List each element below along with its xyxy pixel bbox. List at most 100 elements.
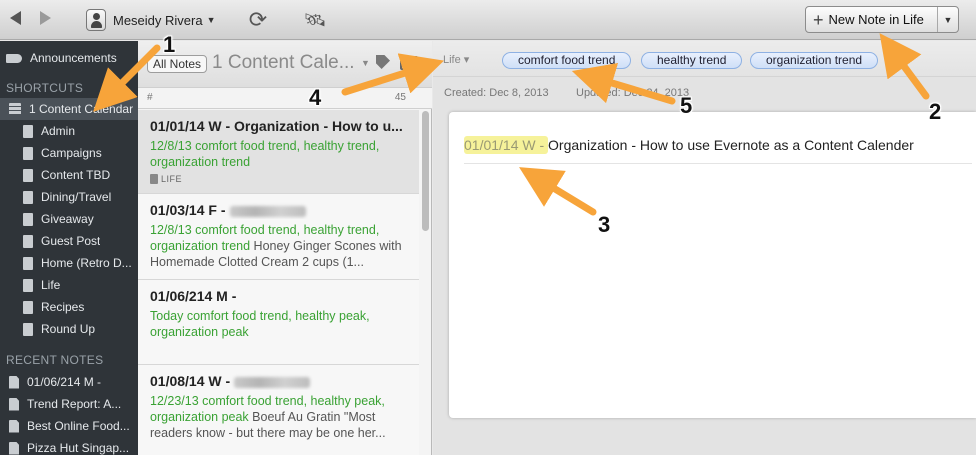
account-switcher[interactable]: Meseidy Rivera ▼ — [86, 8, 216, 32]
sidebar-item-notebook[interactable]: Giveaway — [0, 208, 138, 230]
tag-pill[interactable]: comfort food trend — [502, 52, 632, 69]
annotation-marker-5: 5 — [680, 93, 693, 118]
notebook-icon — [23, 212, 33, 226]
sidebar-item-label: Guest Post — [41, 234, 101, 248]
note-list-item-snippet: 12/8/13 comfort food trend, healthy tren… — [150, 138, 408, 170]
sidebar-item-notebook[interactable]: Guest Post — [0, 230, 138, 252]
note-list-item-title: 01/03/14 F - — [150, 202, 408, 219]
sidebar-item-recent-note[interactable]: Trend Report: A... — [0, 393, 138, 415]
tag-pill[interactable]: healthy trend — [641, 52, 743, 69]
notebook-icon — [23, 322, 33, 336]
scrollbar-thumb[interactable] — [422, 111, 429, 231]
sidebar-item-label: Campaigns — [41, 146, 102, 160]
note-meta: Created: Dec 8, 2013 Updated: Dec 24, 20… — [433, 77, 976, 107]
plus-icon: + — [813, 9, 824, 30]
sidebar-item-content-calendar[interactable]: 1 Content Calendar — [0, 98, 138, 120]
sidebar-item-label: Recipes — [41, 300, 85, 314]
sort-bar[interactable]: # 45 — [138, 87, 432, 109]
new-note-main[interactable]: + New Note in Life — [806, 7, 938, 32]
sort-hash: # — [147, 92, 153, 103]
redacted-text — [229, 205, 306, 217]
chevron-down-icon[interactable]: ▼ — [361, 58, 370, 68]
back-arrow-icon[interactable] — [10, 11, 21, 25]
note-list-item[interactable]: 01/03/14 F - 12/8/13 comfort food trend, … — [138, 194, 419, 280]
chevron-down-icon: ▼ — [206, 15, 216, 25]
note-icon — [9, 375, 19, 389]
note-icon — [9, 441, 19, 455]
note-list-item-snippet: Today comfort food trend, healthy peak, … — [150, 308, 408, 340]
sidebar-item-recent-note[interactable]: 01/06/214 M - — [0, 371, 138, 393]
notebook-icon — [150, 174, 158, 184]
new-note-label: New Note in Life — [828, 12, 924, 27]
notebook-icon — [23, 190, 33, 204]
note-list-item-title: 01/01/14 W - Organization - How to u... — [150, 118, 408, 135]
notebook-icon — [23, 146, 33, 160]
view-options-icon[interactable] — [400, 56, 418, 70]
sidebar-item-recent-note[interactable]: Best Online Food... — [0, 415, 138, 437]
tag-pill[interactable]: organization trend — [750, 52, 879, 69]
sidebar-item-notebook[interactable]: Campaigns — [0, 142, 138, 164]
note-notebook-label: LIFE — [150, 174, 408, 184]
sync-icon[interactable]: ⟳ — [246, 8, 270, 32]
notebook-selector[interactable]: Life ▾ — [443, 53, 469, 66]
note-title-text: Organization - How to use Evernote as a … — [548, 137, 914, 153]
note-list-item-title: 01/08/14 W - — [150, 373, 408, 390]
recent-notes-heading: RECENT NOTES — [6, 353, 104, 367]
all-notes-button[interactable]: All Notes — [147, 55, 208, 73]
notebook-icon — [23, 278, 33, 292]
note-date-tags: Today comfort food trend, healthy peak, … — [150, 309, 370, 339]
sidebar-item-notebook[interactable]: Recipes — [0, 296, 138, 318]
notebook-title[interactable]: 1 Content Cale... — [212, 52, 355, 74]
note-list-header: All Notes 1 Content Cale... ▼ — [138, 41, 432, 87]
note-title-field[interactable]: 01/01/14 W - Organization - How to use E… — [464, 136, 972, 164]
sidebar-item-notebook[interactable]: Content TBD — [0, 164, 138, 186]
note-list-item[interactable]: 01/08/14 W - 12/23/13 comfort food trend,… — [138, 365, 419, 455]
sidebar-item-notebook[interactable]: Round Up — [0, 318, 138, 340]
sidebar-item-recent-note[interactable]: Pizza Hut Singap... — [0, 437, 138, 455]
sidebar-item-label: Round Up — [41, 322, 96, 336]
sidebar-item-label: Dining/Travel — [41, 190, 112, 204]
note-list-item[interactable]: 01/01/14 W - Organization - How to u... 1… — [138, 110, 419, 194]
note-body[interactable]: 01/01/14 W - Organization - How to use E… — [449, 112, 976, 418]
note-icon — [9, 419, 19, 433]
sidebar-item-notebook[interactable]: Home (Retro D... — [0, 252, 138, 274]
updated-date: Updated: Dec 24, 2013 — [576, 87, 690, 99]
note-list-scrollbar[interactable] — [421, 109, 430, 455]
sidebar-item-label: Life — [41, 278, 61, 292]
account-name: Meseidy Rivera — [113, 12, 203, 28]
forward-arrow-icon[interactable] — [40, 11, 51, 25]
sidebar-item-label: Content TBD — [41, 168, 111, 182]
annotation-marker-4: 4 — [309, 85, 322, 110]
new-note-button[interactable]: + New Note in Life ▼ — [805, 6, 959, 33]
sidebar-item-label: Pizza Hut Singap... — [27, 441, 130, 455]
shortcuts-heading: SHORTCUTS — [6, 81, 84, 95]
sidebar-item-label: Admin — [41, 124, 76, 138]
activity-feed-icon[interactable]: 🛰 — [303, 8, 327, 32]
note-title: 01/06/214 M - — [150, 288, 237, 304]
notebook-icon — [23, 168, 33, 182]
sidebar: Announcements SHORTCUTS 1 Content Calend… — [0, 41, 138, 455]
notebook-name: Life — [443, 54, 461, 66]
sidebar-item-notebook[interactable]: Admin — [0, 120, 138, 142]
sidebar-item-label: 01/06/214 M - — [27, 375, 102, 389]
new-note-dropdown-chevron-icon[interactable]: ▼ — [938, 15, 958, 25]
sidebar-item-label: Trend Report: A... — [27, 397, 122, 411]
user-icon — [86, 9, 106, 31]
sidebar-item-notebook[interactable]: Dining/Travel — [0, 186, 138, 208]
note-count: 45 — [394, 92, 406, 103]
sidebar-item-label: Home (Retro D... — [41, 256, 132, 270]
note-list-item[interactable]: 01/06/214 M - Today comfort food trend, h… — [138, 280, 419, 365]
tag-icon[interactable] — [376, 55, 390, 69]
note-title: 01/08/14 W - — [150, 373, 231, 389]
annotation-marker-2: 2 — [929, 99, 942, 124]
notebook-icon — [23, 300, 33, 314]
redacted-text — [234, 376, 311, 388]
notebook-icon — [23, 124, 33, 138]
note-editor: Life ▾ comfort food trend healthy trend … — [433, 41, 976, 455]
sidebar-item-notebook[interactable]: Life — [0, 274, 138, 296]
sidebar-item-announcements[interactable]: Announcements — [0, 47, 138, 69]
sidebar-item-label: Announcements — [30, 51, 117, 65]
note-list-item-title: 01/06/214 M - — [150, 288, 408, 305]
annotation-marker-1: 1 — [163, 32, 176, 57]
annotation-marker-3: 3 — [598, 212, 611, 237]
